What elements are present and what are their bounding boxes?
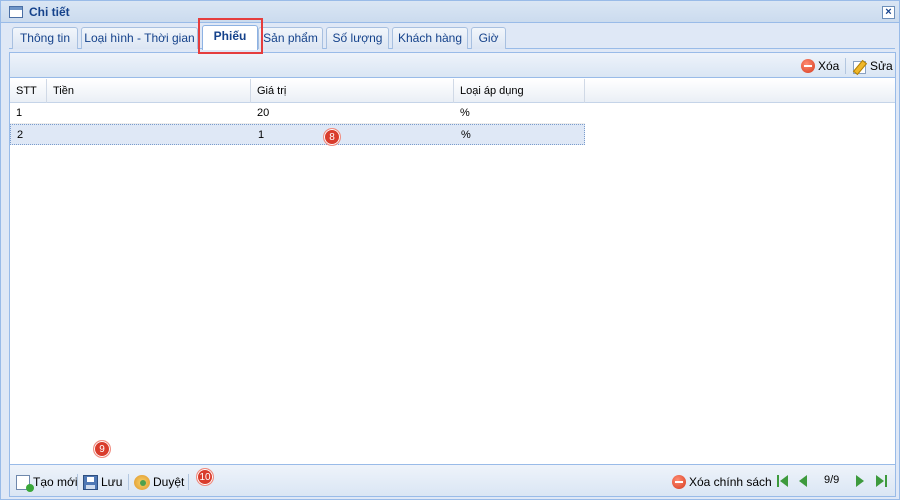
toolbar-separator bbox=[188, 474, 189, 490]
tab-thong-tin[interactable]: Thông tin bbox=[12, 27, 78, 49]
tab-so-luong[interactable]: Số lượng bbox=[326, 27, 389, 49]
grid-header: STT Tiền Giá trị Loại áp dụng bbox=[10, 79, 895, 103]
create-new-label: Tạo mới bbox=[33, 475, 78, 489]
annotation-badge-8: 8 bbox=[323, 128, 341, 146]
column-header-stt[interactable]: STT bbox=[10, 79, 47, 103]
tab-gio[interactable]: Giờ bbox=[471, 27, 506, 49]
next-page-icon[interactable] bbox=[856, 475, 864, 487]
edit-icon bbox=[852, 59, 867, 74]
approve-button[interactable]: Duyệt bbox=[134, 474, 184, 490]
first-page-bar bbox=[777, 475, 779, 487]
column-header-loai-ap-dung[interactable]: Loại áp dụng bbox=[454, 79, 585, 103]
active-tab-highlight bbox=[198, 18, 263, 54]
create-new-button[interactable]: Tạo mới bbox=[16, 474, 78, 492]
window-titlebar: Chi tiết × bbox=[1, 1, 899, 23]
save-button[interactable]: Lưu bbox=[83, 474, 122, 490]
edit-button[interactable]: Sửa bbox=[852, 58, 893, 74]
cell-gia-tri: 1 bbox=[258, 129, 265, 141]
first-page-icon[interactable] bbox=[780, 475, 788, 487]
save-label: Lưu bbox=[101, 475, 123, 489]
cell-loai-ap-dung: % bbox=[460, 107, 470, 119]
cell-tien bbox=[48, 125, 252, 146]
cell-loai-ap-dung: % bbox=[461, 129, 471, 141]
close-icon[interactable]: × bbox=[882, 6, 895, 19]
cell-gia-tri: 20 bbox=[257, 107, 270, 119]
grid-toolbar: Xóa Sửa bbox=[10, 53, 895, 78]
tab-loai-hinh-thoi-gian[interactable]: Loại hình - Thời gian bbox=[81, 27, 198, 49]
delete-icon bbox=[801, 59, 815, 73]
tab-bar: Thông tin Loại hình - Thời gian Phiếu Sả… bbox=[9, 25, 895, 50]
window-title: Chi tiết bbox=[29, 5, 70, 19]
table-row-selected[interactable]: 2 1 % bbox=[10, 124, 585, 145]
delete-label: Xóa bbox=[818, 59, 840, 73]
table-row[interactable]: 1 20 % bbox=[10, 103, 585, 124]
bottom-toolbar: Tạo mới Lưu Duyệt Xóa chính sách 9/9 bbox=[10, 464, 895, 496]
tab-san-pham[interactable]: Sản phẩm bbox=[258, 27, 323, 49]
cell-tien bbox=[47, 103, 251, 124]
column-header-gia-tri[interactable]: Giá trị bbox=[251, 79, 454, 103]
column-header-tien[interactable]: Tiền bbox=[47, 79, 251, 103]
edit-label: Sửa bbox=[870, 59, 893, 73]
approve-label: Duyệt bbox=[153, 475, 185, 489]
cell-stt: 2 bbox=[17, 129, 24, 141]
delete-policy-button[interactable]: Xóa chính sách bbox=[672, 474, 772, 490]
annotation-badge-9: 9 bbox=[93, 440, 111, 458]
delete-icon bbox=[672, 475, 686, 489]
page-info: 9/9 bbox=[824, 474, 840, 486]
previous-page-icon[interactable] bbox=[799, 475, 807, 487]
phieu-panel: Xóa Sửa STT Tiền Giá trị Loại áp dụng 1 … bbox=[9, 52, 896, 497]
toolbar-separator bbox=[77, 474, 78, 490]
last-page-icon[interactable] bbox=[876, 475, 884, 487]
tab-khach-hang[interactable]: Khách hàng bbox=[392, 27, 468, 49]
delete-button[interactable]: Xóa bbox=[801, 58, 839, 74]
save-icon bbox=[83, 474, 98, 490]
toolbar-separator bbox=[128, 474, 129, 490]
approve-icon bbox=[134, 474, 150, 490]
window-icon bbox=[9, 6, 23, 18]
cell-stt: 1 bbox=[16, 107, 23, 119]
new-document-icon bbox=[16, 474, 34, 492]
delete-policy-label: Xóa chính sách bbox=[689, 475, 772, 489]
annotation-badge-10: 10 bbox=[196, 468, 214, 486]
toolbar-separator bbox=[845, 58, 846, 74]
last-page-bar bbox=[885, 475, 887, 487]
detail-window: Chi tiết × Thông tin Loại hình - Thời gi… bbox=[0, 0, 900, 500]
